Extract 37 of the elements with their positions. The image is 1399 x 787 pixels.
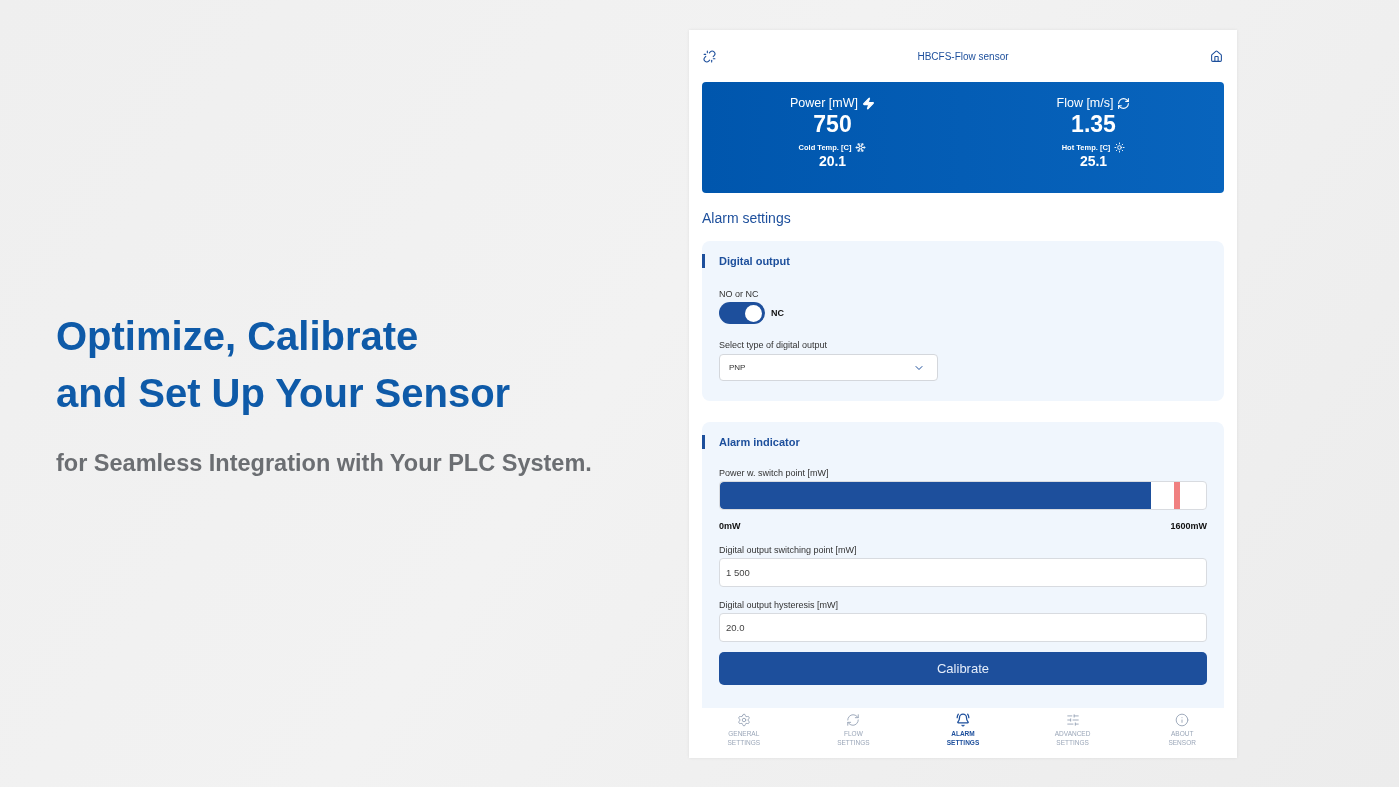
- snowflake-icon: [855, 142, 867, 153]
- field-label: Digital output switching point [mW]: [719, 545, 858, 555]
- home-icon[interactable]: [1210, 49, 1223, 63]
- sun-icon: [1114, 142, 1126, 153]
- reading-label: Flow [m/s]: [1056, 96, 1114, 110]
- reading-value: 1.35: [1071, 110, 1116, 138]
- gear-icon: [736, 713, 751, 727]
- card-title: Digital output: [702, 254, 1207, 268]
- sliders-icon: [1065, 713, 1080, 727]
- scale-min-label: 0mW: [719, 521, 741, 531]
- subtitle: for Seamless Integration with Your PLC System.: [56, 450, 593, 477]
- toggle-switch[interactable]: [719, 302, 765, 324]
- temperature-value: 20.1: [818, 153, 847, 170]
- field-label: NO or NC: [719, 289, 760, 299]
- headline: Optimize, Calibrate: [56, 313, 420, 360]
- toggle-label: NC: [771, 308, 784, 318]
- reading-value: 750: [813, 110, 852, 138]
- app-title: HBCFS-Flow sensor: [917, 50, 1009, 62]
- section-title: Alarm settings: [702, 210, 792, 226]
- info-icon: [1175, 713, 1190, 727]
- unlink-icon[interactable]: [703, 49, 716, 63]
- temperature-value: 25.1: [1079, 153, 1108, 170]
- card-title: Alarm indicator: [702, 435, 1207, 449]
- field-label: Select type of digital output: [719, 340, 829, 350]
- input-field[interactable]: 1 500: [719, 558, 1207, 587]
- calibrate-button[interactable]: Calibrate: [719, 652, 1207, 685]
- output-type-dropdown[interactable]: PNP: [719, 354, 938, 381]
- input-field[interactable]: 20.0: [719, 613, 1207, 642]
- refresh-icon: [1117, 96, 1131, 110]
- scale-max-label: 1600mW: [1170, 521, 1207, 531]
- refresh-icon: [846, 713, 861, 727]
- field-label: Digital output hysteresis [mW]: [719, 600, 840, 610]
- headline: and Set Up Your Sensor: [56, 370, 512, 417]
- bell-icon: [956, 713, 970, 727]
- field-label: Power w. switch point [mW]: [719, 468, 830, 478]
- lightning-icon: [862, 96, 876, 110]
- reading-label: Power [mW]: [789, 96, 859, 110]
